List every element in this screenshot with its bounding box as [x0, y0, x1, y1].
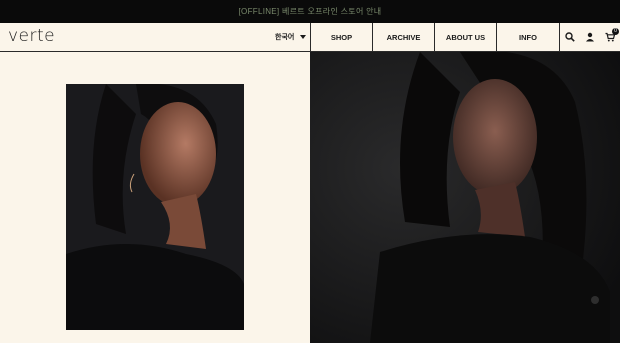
language-selector[interactable]: 한국어 — [275, 23, 307, 51]
nav-archive-label: ARCHIVE — [386, 32, 421, 42]
announcement-bar[interactable]: [OFFLINE] 베르트 오프라인 스토어 안내 — [0, 0, 620, 23]
nav-shop-label: SHOP — [330, 32, 353, 42]
nav-info[interactable]: INFO — [496, 23, 559, 51]
nav-about-us-label: ABOUT US — [445, 32, 486, 42]
nav-info-label: INFO — [519, 32, 537, 42]
user-icon[interactable] — [585, 32, 595, 42]
header-icons: 0 — [559, 23, 620, 51]
nav-shop[interactable]: SHOP — [310, 23, 372, 51]
cart-count-badge: 0 — [612, 28, 619, 35]
model-portrait-photo — [66, 84, 244, 330]
nav-archive[interactable]: ARCHIVE — [372, 23, 434, 51]
site-logo[interactable]: verte — [8, 26, 55, 46]
announcement-text[interactable]: [OFFLINE] 베르트 오프라인 스토어 안내 — [239, 6, 382, 17]
chevron-down-icon — [300, 35, 307, 39]
hero-photo — [310, 52, 620, 343]
site-header: verte 한국어 SHOP ARCHIVE ABOUT US INFO 0 — [0, 23, 620, 52]
nav-about-us[interactable]: ABOUT US — [434, 23, 496, 51]
search-icon[interactable] — [565, 32, 575, 42]
language-label: 한국어 — [275, 34, 295, 41]
